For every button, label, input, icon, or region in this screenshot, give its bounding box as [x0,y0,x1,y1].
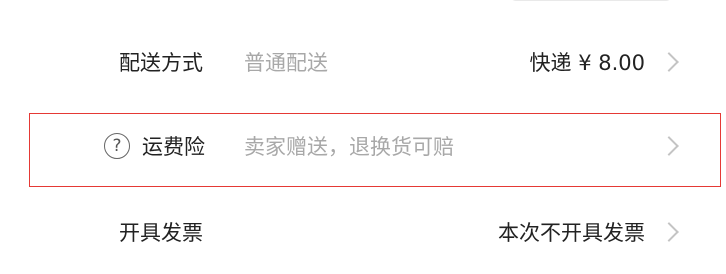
shipping-method-row[interactable]: 配送方式 普通配送 快递 ¥ 8.00 [0,32,726,92]
chevron-right-icon [659,52,679,72]
chevron-right-icon [659,222,679,242]
invoice-value: 本次不开具发票 [498,221,645,245]
invoice-label: 开具发票 [119,221,203,245]
shipping-method-label: 配送方式 [119,51,203,75]
highlight-box [29,113,721,187]
order-options-panel: 配送方式 普通配送 快递 ¥ 8.00 ? 运费险 卖家赠送，退换货可赔 开具发… [0,0,726,274]
shipping-method-description: 普通配送 [244,51,328,75]
quantity-stepper[interactable] [510,0,672,1]
shipping-method-value: 快递 ¥ 8.00 [529,51,645,75]
invoice-row[interactable]: 开具发票 本次不开具发票 [0,202,726,262]
